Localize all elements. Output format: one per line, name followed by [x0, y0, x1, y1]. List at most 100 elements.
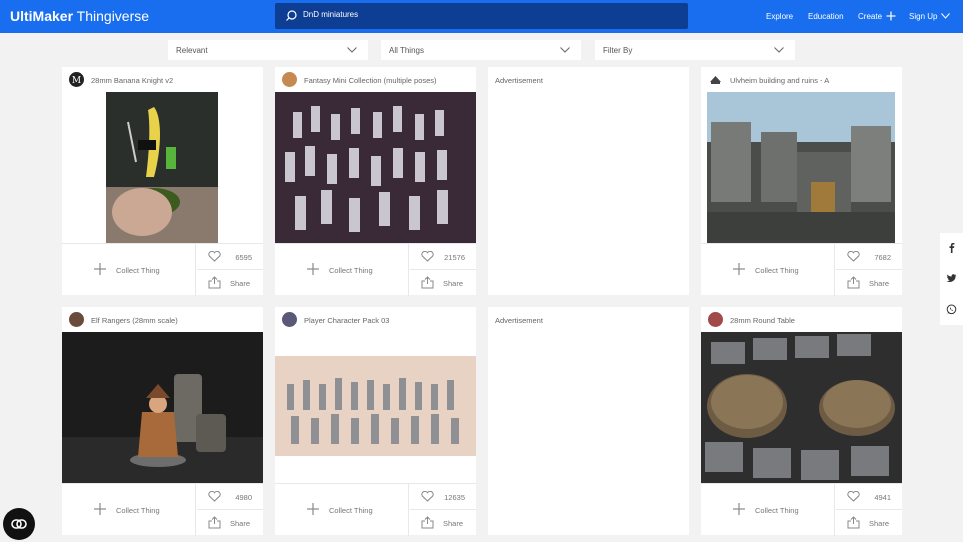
share-label: Share [230, 279, 251, 288]
share-button[interactable]: Share [410, 270, 476, 296]
plus-icon [307, 263, 319, 275]
card-title[interactable]: Fantasy Mini Collection (multiple poses) [304, 76, 437, 85]
heart-icon [847, 491, 860, 502]
nav-education[interactable]: Education [808, 12, 844, 21]
site-logo[interactable]: UltiMaker Thingiverse [10, 8, 149, 24]
collect-thing-button[interactable]: Collect Thing [701, 244, 835, 296]
heart-icon [421, 491, 434, 502]
plus-icon [94, 503, 106, 515]
collect-label: Collect Thing [329, 506, 373, 515]
chevron-down-icon[interactable] [941, 13, 950, 19]
share-label: Share [869, 519, 890, 528]
creator-avatar[interactable] [282, 312, 297, 327]
thing-card[interactable]: Player Character Pack 03 Collect Thing 1… [275, 307, 476, 536]
card-footer: Collect Thing 4941 Share [701, 483, 902, 536]
card-title[interactable]: Player Character Pack 03 [304, 316, 389, 325]
sort-value: Relevant [176, 46, 208, 55]
card-header: M 28mm Banana Knight v2 [62, 67, 263, 92]
nav-sign-up[interactable]: Sign Up [909, 12, 937, 21]
thing-card[interactable]: 28mm Round Table Collect Thing 4941 Shar… [701, 307, 902, 536]
creator-avatar[interactable] [69, 312, 84, 327]
chevron-down-icon [560, 47, 570, 53]
card-header: Fantasy Mini Collection (multiple poses) [275, 67, 476, 92]
plus-icon [733, 503, 745, 515]
share-icon [421, 516, 434, 529]
thing-image[interactable] [275, 92, 476, 243]
share-label: Share [869, 279, 890, 288]
svg-text:M: M [72, 76, 81, 86]
share-button[interactable]: Share [836, 270, 902, 296]
top-navigation-bar: UltiMaker Thingiverse DnD miniatures Exp… [0, 0, 963, 33]
like-count: 6595 [235, 253, 252, 262]
share-icon [421, 276, 434, 289]
collect-label: Collect Thing [329, 266, 373, 275]
like-button[interactable]: 4980 [197, 484, 263, 510]
share-button[interactable]: Share [410, 510, 476, 536]
like-button[interactable]: 12635 [410, 484, 476, 510]
thing-image[interactable] [701, 92, 902, 243]
card-footer: Collect Thing 21576 Share [275, 243, 476, 296]
thing-image[interactable] [701, 332, 902, 483]
like-button[interactable]: 7682 [836, 244, 902, 270]
thing-card[interactable]: Ulvheim building and ruins - A Collect T… [701, 67, 902, 296]
collect-label: Collect Thing [116, 506, 160, 515]
chevron-down-icon [774, 47, 784, 53]
thing-image[interactable] [62, 332, 263, 483]
filter-by-dropdown[interactable]: Filter By [595, 40, 795, 60]
plus-icon[interactable] [886, 11, 896, 21]
like-count: 7682 [874, 253, 891, 262]
chevron-down-icon [347, 47, 357, 53]
filter-by-label: Filter By [603, 46, 633, 55]
collect-thing-button[interactable]: Collect Thing [701, 484, 835, 536]
creator-avatar[interactable] [708, 312, 723, 327]
social-share-rail [940, 233, 963, 325]
nav-explore[interactable]: Explore [766, 12, 793, 21]
heart-icon [421, 251, 434, 262]
card-header: 28mm Round Table [701, 307, 902, 332]
plus-icon [733, 263, 745, 275]
card-title[interactable]: 28mm Banana Knight v2 [91, 76, 173, 85]
card-footer: Collect Thing 7682 Share [701, 243, 902, 296]
share-label: Share [443, 279, 464, 288]
thing-image[interactable] [62, 92, 263, 243]
facebook-icon[interactable] [946, 242, 957, 253]
creator-avatar[interactable] [282, 72, 297, 87]
nav-create[interactable]: Create [858, 12, 882, 21]
like-count: 21576 [444, 253, 465, 262]
card-title[interactable]: Ulvheim building and ruins - A [730, 76, 829, 85]
thing-card[interactable]: Elf Rangers (28mm scale) Collect Thing 4… [62, 307, 263, 536]
search-input[interactable]: DnD miniatures [275, 3, 688, 29]
card-header: Elf Rangers (28mm scale) [62, 307, 263, 332]
search-icon [286, 10, 297, 21]
card-header: Ulvheim building and ruins - A [701, 67, 902, 92]
cookie-settings-button[interactable] [3, 508, 35, 540]
collect-thing-button[interactable]: Collect Thing [62, 484, 196, 536]
twitter-icon[interactable] [946, 273, 957, 284]
thing-card[interactable]: M 28mm Banana Knight v2 Collect Thing 65… [62, 67, 263, 296]
collect-thing-button[interactable]: Collect Thing [275, 484, 409, 536]
collect-thing-button[interactable]: Collect Thing [275, 244, 409, 296]
share-button[interactable]: Share [836, 510, 902, 536]
card-footer: Collect Thing 4980 Share [62, 483, 263, 536]
like-button[interactable]: 4941 [836, 484, 902, 510]
card-title[interactable]: Elf Rangers (28mm scale) [91, 316, 178, 325]
creator-avatar[interactable]: M [69, 72, 84, 87]
thing-image[interactable] [275, 332, 476, 483]
card-title[interactable]: 28mm Round Table [730, 316, 795, 325]
sort-dropdown[interactable]: Relevant [168, 40, 368, 60]
thing-card[interactable]: Fantasy Mini Collection (multiple poses)… [275, 67, 476, 296]
like-button[interactable]: 21576 [410, 244, 476, 270]
creator-avatar[interactable] [708, 72, 723, 87]
category-dropdown[interactable]: All Things [381, 40, 581, 60]
share-button[interactable]: Share [197, 510, 263, 536]
plus-icon [307, 503, 319, 515]
share-button[interactable]: Share [197, 270, 263, 296]
collect-label: Collect Thing [116, 266, 160, 275]
collect-thing-button[interactable]: Collect Thing [62, 244, 196, 296]
share-label: Share [230, 519, 251, 528]
advertisement-slot: Advertisement [488, 67, 689, 295]
category-value: All Things [389, 46, 424, 55]
whatsapp-icon[interactable] [946, 304, 957, 315]
like-button[interactable]: 6595 [197, 244, 263, 270]
logo-product: Thingiverse [76, 8, 150, 24]
